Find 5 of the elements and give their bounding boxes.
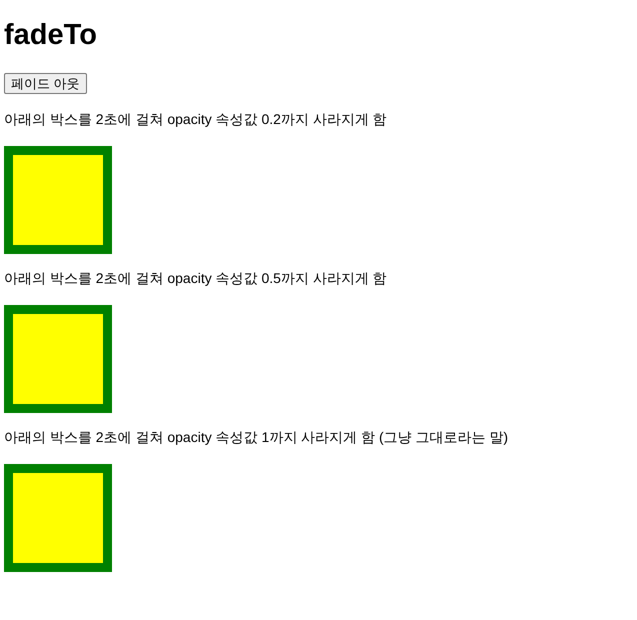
fade-out-button[interactable]: 페이드 아웃: [4, 73, 87, 94]
caption-text: 아래의 박스를 2초에 걸쳐 opacity 속성값 1까지 사라지게 함 (그냥 그대로라는 말): [4, 428, 508, 447]
page-title: fadeTo: [4, 18, 97, 53]
caption-text: 아래의 박스를 2초에 걸쳐 opacity 속성값 0.5까지 사라지게 함: [4, 269, 387, 288]
caption-text: 아래의 박스를 2초에 걸쳐 opacity 속성값 0.2까지 사라지게 함: [4, 110, 387, 129]
